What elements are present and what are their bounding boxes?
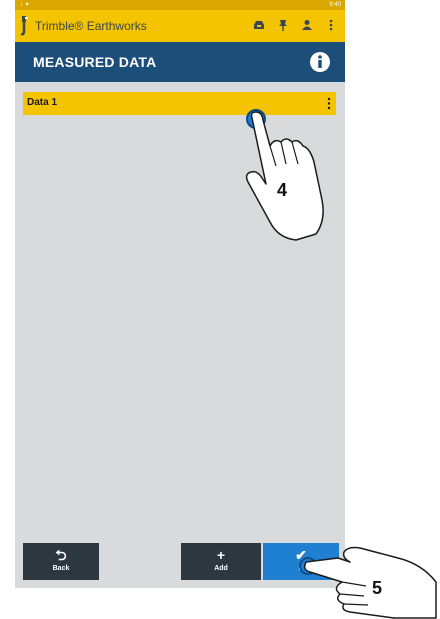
status-time: 9:40 (329, 2, 341, 8)
person-icon[interactable] (301, 19, 313, 31)
list-item-label: Data 1 (27, 97, 58, 108)
pin-icon[interactable] (277, 19, 289, 31)
app-name: Trimble® Earthworks (35, 19, 147, 33)
info-icon[interactable] (309, 51, 331, 73)
add-button[interactable]: + Add (181, 543, 261, 580)
bottom-bar: ⮌ Back + Add ✔ D (15, 540, 345, 588)
back-button[interactable]: ⮌ Back (23, 543, 99, 580)
trimble-logo-icon (20, 16, 28, 36)
overflow-menu-icon[interactable] (325, 19, 337, 31)
tap-hand-step-5: 5 (299, 546, 437, 619)
add-button-label: Add (214, 565, 228, 572)
title-bar: MEASURED DATA (15, 42, 345, 82)
page-title: MEASURED DATA (33, 54, 157, 70)
back-arrow-icon: ⮌ (55, 547, 67, 563)
plus-icon: + (216, 547, 226, 563)
back-button-label: Back (52, 565, 70, 572)
tray-icon[interactable] (253, 19, 265, 31)
status-bar: ↓ ✦ 9:40 (15, 0, 345, 10)
step-4-label: 4 (277, 180, 287, 200)
app-bar: Trimble® Earthworks (15, 10, 345, 42)
device-screen: ↓ ✦ 9:40 Trimble® Earthworks MEASURED DA… (15, 0, 345, 588)
status-icons: ↓ ✦ (20, 2, 30, 8)
step-5-label: 5 (372, 578, 382, 598)
tap-hand-step-4: 4 (245, 109, 324, 241)
app-bar-icons (253, 19, 337, 31)
